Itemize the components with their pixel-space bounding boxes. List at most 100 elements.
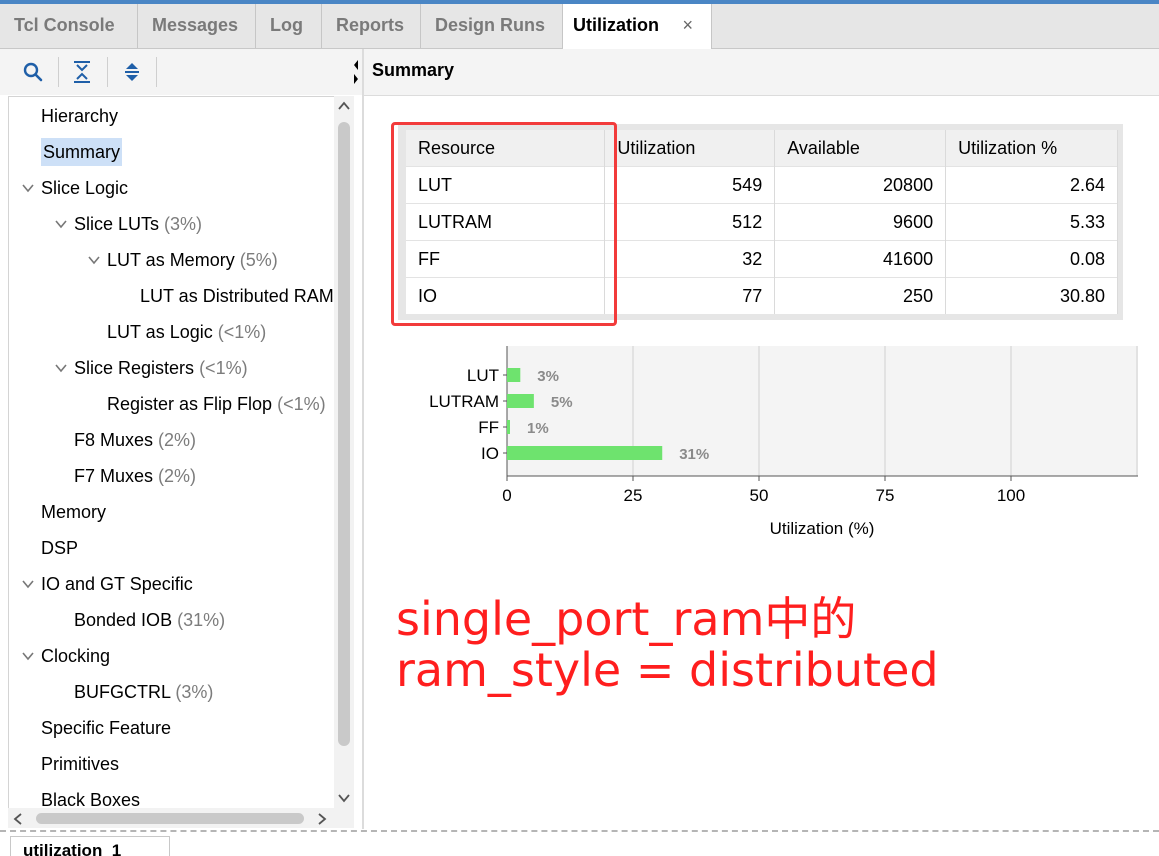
tree-item-percent: (2%) [158,430,197,450]
collapse-all-icon[interactable] [71,60,93,84]
tree-item-label: LUT as Distributed RAM [140,286,334,306]
bar-data-label: 1% [527,420,549,437]
x-tick-label: 0 [502,486,511,505]
tree-item-slice-logic[interactable]: Slice Logic [41,171,128,205]
table-cell: 32 [604,240,776,278]
toolbar-separator [58,57,59,87]
x-tick-label: 50 [750,486,769,505]
tree-item-label: Clocking [41,646,111,666]
tree-item-label: Register as Flip Flop [107,394,273,414]
chevron-down-icon[interactable] [21,181,35,195]
tree-item-label: Bonded IOB [74,610,173,630]
chevron-down-icon[interactable] [87,253,101,267]
tree-item-label: F7 Muxes [74,466,154,486]
tab-label: Utilization [573,15,659,35]
tree-item-primitives[interactable]: Primitives [41,747,119,781]
tree-item-lut-as-logic[interactable]: LUT as Logic (<1%) [107,315,266,349]
tab-reports[interactable]: Reports [322,4,421,48]
scroll-left-icon[interactable] [12,812,24,826]
bar-ff [507,420,510,434]
tree-item-label: Memory [41,502,107,522]
tree-item-black-boxes[interactable]: Black Boxes [41,783,140,809]
scroll-up-icon[interactable] [337,100,351,112]
tab-label: Messages [152,15,239,35]
tab-design-runs[interactable]: Design Runs [421,4,563,48]
bar-lut [507,368,521,382]
tree-item-label: BUFGCTRL [74,682,171,702]
tree-item-f7-muxes[interactable]: F7 Muxes (2%) [74,459,196,493]
tree-item-hierarchy[interactable]: Hierarchy [41,99,118,133]
tree-item-percent: (2%) [158,466,197,486]
tree-item-label: IO and GT Specific [41,574,193,594]
scroll-down-icon[interactable] [337,792,351,804]
tree-item-memory[interactable]: Memory [41,495,106,529]
tree-item-summary[interactable]: Summary [41,135,123,169]
utilization-bar-chart: 3% 5%1% 31% 0 25 50 75 100 LUT LUTRAM FF IO Utiliz… [429,346,1138,538]
table-cell: 5.33 [945,203,1118,241]
tree-item-slice-registers[interactable]: Slice Registers (<1%) [74,351,248,385]
tree-item-label: Summary [41,138,123,166]
chevron-down-icon[interactable] [21,649,35,663]
table-cell: 512 [604,203,776,241]
chevron-down-icon[interactable] [54,217,68,231]
x-axis-label: Utilization (%) [770,519,875,538]
tree-item-label: Black Boxes [41,790,141,809]
tree-item-label: Slice LUTs [74,214,160,234]
column-header[interactable]: Available [774,130,947,167]
tree-item-lut-as-memory[interactable]: LUT as Memory (5%) [107,243,278,277]
tree-item-slice-luts[interactable]: Slice LUTs (3%) [74,207,202,241]
tree-item-label: LUT as Logic [107,322,213,342]
chevron-down-icon[interactable] [54,361,68,375]
tab-tcl-console[interactable]: Tcl Console [0,4,138,48]
tree-item-bufgctrl[interactable]: BUFGCTRL (3%) [74,675,213,709]
tree-item-label: Primitives [41,754,120,774]
tree-item-register-as-flip-flop[interactable]: Register as Flip Flop (<1%) [107,387,326,421]
close-tab-icon[interactable]: × [682,4,693,46]
tree-item-io-gt-specific[interactable]: IO and GT Specific [41,567,193,601]
tab-messages[interactable]: Messages [138,4,256,48]
tree-item-specific-feature[interactable]: Specific Feature [41,711,171,745]
utilization-tree: Hierarchy Summary Slice Logic Slice LUTs… [8,96,335,809]
tree-item-dsp[interactable]: DSP [41,531,78,565]
tab-utilization[interactable]: Utilization × [563,4,712,49]
tab-label: Reports [336,15,405,35]
search-icon[interactable] [22,61,44,83]
table-cell: 250 [774,277,947,314]
bar-io [507,446,663,460]
tree-item-percent: (31%) [177,610,226,630]
table-cell: 549 [604,166,776,204]
tree-item-percent: (<1%) [277,394,326,414]
tree-item-lut-as-distributed-ram[interactable]: LUT as Distributed RAM [140,279,334,313]
tree-item-label: Slice Registers [74,358,195,378]
toolbar-separator [107,57,108,87]
expand-all-icon[interactable] [121,60,143,84]
tree-item-percent: (3%) [164,214,203,234]
tree-item-bonded-iob[interactable]: Bonded IOB (31%) [74,603,225,637]
tree-item-label: Hierarchy [41,106,119,126]
vertical-scroll-thumb[interactable] [338,122,350,746]
tree-item-percent: (5%) [239,250,278,270]
table-cell: 0.08 [945,240,1118,278]
y-category-label: FF [478,418,499,437]
y-category-label: LUT [467,366,499,385]
summary-header-bar [364,49,1159,96]
chevron-down-icon[interactable] [21,577,35,591]
tree-item-clocking[interactable]: Clocking [41,639,110,673]
y-category-label: LUTRAM [429,392,499,411]
column-header[interactable]: Utilization % [945,130,1118,167]
tree-item-label: Specific Feature [41,718,172,738]
tab-utilization-1[interactable]: utilization_1 [10,836,170,856]
tab-label: utilization_1 [23,841,122,856]
tree-item-label: DSP [41,538,79,558]
column-header[interactable]: Utilization [604,130,776,167]
scroll-right-icon[interactable] [316,812,328,826]
tree-item-f8-muxes[interactable]: F8 Muxes (2%) [74,423,196,457]
tree-item-label: LUT as Memory [107,250,235,270]
annotation-highlight-box [391,122,617,326]
page-title: Summary [372,60,455,80]
splitter-arrows-icon[interactable] [352,58,360,86]
table-cell: 2.64 [945,166,1118,204]
tab-label: Design Runs [435,15,546,35]
tab-log[interactable]: Log [256,4,322,48]
horizontal-scroll-thumb[interactable] [36,813,304,824]
